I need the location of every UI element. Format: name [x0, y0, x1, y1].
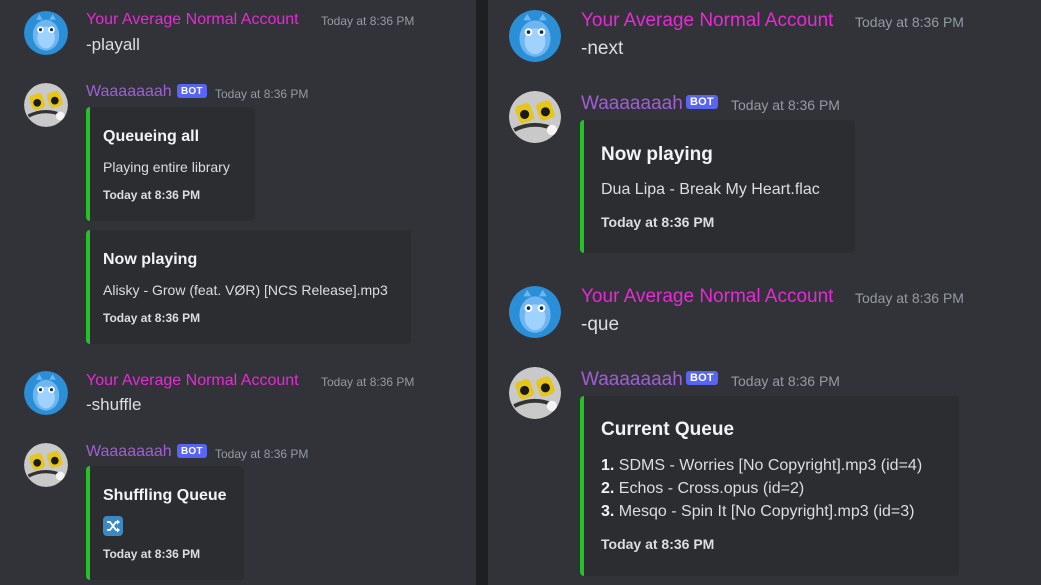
user-avatar-icon [24, 11, 68, 55]
author-name[interactable]: Your Average Normal Account [581, 286, 833, 308]
bot-avatar[interactable] [24, 443, 68, 487]
embed-title: Now playing [601, 144, 713, 165]
queue-item-text: SDMS - Worries [No Copyright].mp3 (id=4) [618, 457, 923, 474]
embed-title: Shuffling Queue [103, 487, 227, 504]
message-timestamp: Today at 8:36 PM [215, 447, 309, 461]
queue-item-number: 1. [601, 457, 615, 474]
message-timestamp: Today at 8:36 PM [321, 375, 415, 389]
embed-footer: Today at 8:36 PM [601, 214, 715, 230]
user-avatar[interactable] [24, 11, 68, 55]
message-next: Your Average Normal Account Today at 8:3… [488, 0, 1041, 80]
embed-title: Current Queue [601, 419, 735, 440]
left-chat-panel: Your Average Normal Account Today at 8:3… [0, 0, 476, 585]
bot-author-name[interactable]: Waaaaaaah [581, 369, 683, 391]
message-timestamp: Today at 8:36 PM [731, 97, 840, 113]
embed-footer: Today at 8:36 PM [103, 547, 201, 561]
bot-tag: BOT [686, 95, 718, 109]
bot-avatar[interactable] [24, 83, 68, 127]
queue-item-number: 2. [601, 480, 615, 497]
embed-title: Now playing [103, 251, 198, 268]
message-bot-now-playing: Waaaaaaah BOT Today at 8:36 PM Now playi… [488, 88, 1041, 268]
user-avatar[interactable] [509, 10, 561, 62]
author-name[interactable]: Your Average Normal Account [86, 372, 299, 390]
message-bot-current-queue: Waaaaaaah BOT Today at 8:36 PM Current Q… [488, 364, 1041, 585]
bot-tag: BOT [686, 371, 718, 385]
message-timestamp: Today at 8:36 PM [855, 14, 964, 30]
queue-item-text: Mesqo - Spin It [No Copyright].mp3 (id=3… [618, 503, 915, 520]
bot-author-name[interactable]: Waaaaaaah [581, 93, 683, 115]
message-shuffle: Your Average Normal Account Today at 8:3… [0, 362, 476, 432]
bot-avatar-icon [24, 443, 68, 487]
author-name[interactable]: Your Average Normal Account [581, 10, 833, 32]
shuffle-icon [103, 516, 123, 536]
user-avatar-icon [509, 10, 561, 62]
embed-description: Alisky - Grow (feat. VØR) [NCS Release].… [103, 282, 388, 298]
queue-item-number: 3. [601, 503, 615, 520]
user-avatar[interactable] [24, 371, 68, 415]
message-content: -playall [86, 35, 140, 54]
author-name[interactable]: Your Average Normal Account [86, 11, 299, 29]
message-bot-queueing: Waaaaaaah BOT Today at 8:36 PM Queueing … [0, 80, 476, 350]
queue-item: 1. SDMS - Worries [No Copyright].mp3 (id… [601, 457, 922, 475]
embed-footer: Today at 8:36 PM [601, 536, 715, 552]
bot-avatar-icon [509, 367, 561, 419]
embed-now-playing: Now playing Alisky - Grow (feat. VØR) [N… [86, 230, 411, 344]
embed-now-playing: Now playing Dua Lipa - Break My Heart.fl… [580, 120, 855, 253]
queue-item: 3. Mesqo - Spin It [No Copyright].mp3 (i… [601, 503, 914, 521]
bot-avatar[interactable] [509, 91, 561, 143]
message-bot-shuffling: Waaaaaaah BOT Today at 8:36 PM Shuffling… [0, 440, 476, 585]
bot-author-name[interactable]: Waaaaaaah [86, 83, 172, 101]
message-content: -next [581, 38, 624, 59]
embed-footer: Today at 8:36 PM [103, 188, 201, 202]
bot-tag: BOT [177, 444, 207, 458]
bot-tag: BOT [177, 84, 207, 98]
embed-title: Queueing all [103, 128, 200, 145]
message-content: -shuffle [86, 395, 142, 414]
message-timestamp: Today at 8:36 PM [731, 373, 840, 389]
user-avatar-icon [24, 371, 68, 415]
message-timestamp: Today at 8:36 PM [215, 87, 309, 101]
embed-description: Playing entire library [103, 159, 230, 175]
message-content: -que [581, 314, 620, 335]
queue-item: 2. Echos - Cross.opus (id=2) [601, 480, 804, 498]
queue-item-text: Echos - Cross.opus (id=2) [618, 480, 805, 497]
user-avatar[interactable] [509, 286, 561, 338]
message-timestamp: Today at 8:36 PM [855, 290, 964, 306]
bot-avatar[interactable] [509, 367, 561, 419]
embed-shuffling-queue: Shuffling Queue Today at 8:36 PM [86, 466, 244, 580]
embed-current-queue: Current Queue 1. SDMS - Worries [No Copy… [580, 396, 959, 576]
right-chat-panel: Your Average Normal Account Today at 8:3… [488, 0, 1041, 585]
embed-description: Dua Lipa - Break My Heart.flac [601, 181, 820, 198]
user-avatar-icon [509, 286, 561, 338]
bot-avatar-icon [24, 83, 68, 127]
bot-avatar-icon [509, 91, 561, 143]
embed-queueing-all: Queueing all Playing entire library Toda… [86, 107, 255, 221]
message-playall: Your Average Normal Account Today at 8:3… [0, 0, 476, 70]
message-que: Your Average Normal Account Today at 8:3… [488, 276, 1041, 356]
embed-footer: Today at 8:36 PM [103, 311, 201, 325]
bot-author-name[interactable]: Waaaaaaah [86, 443, 172, 461]
message-timestamp: Today at 8:36 PM [321, 14, 415, 28]
